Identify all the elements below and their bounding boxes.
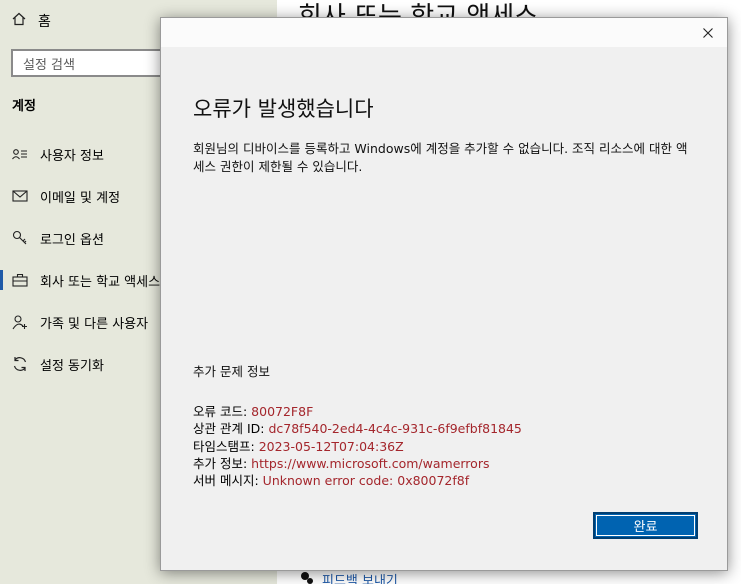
home-nav-item[interactable]: 홈 [12, 10, 51, 32]
person-add-icon [12, 314, 28, 330]
mail-icon [12, 188, 28, 204]
feedback-label: 피드백 보내기 [322, 574, 398, 584]
nav-label-sign-in-options: 로그인 옵션 [40, 232, 104, 248]
active-nav-indicator [0, 270, 3, 290]
detail-value: dc78f540-2ed4-4c4c-931c-6f9efbf81845 [268, 421, 522, 437]
detail-value: 2023-05-12T07:04:36Z [258, 438, 404, 454]
feedback-link[interactable]: 피드백 보내기 [300, 570, 398, 584]
nav-item-work-school-access[interactable]: 회사 또는 학교 액세스 [12, 269, 160, 291]
done-button[interactable]: 완료 [593, 512, 698, 539]
dialog-title: 오류가 발생했습니다 [193, 97, 374, 121]
extra-info-title: 추가 문제 정보 [193, 364, 270, 379]
detail-label: 타임스탬프: [193, 438, 259, 454]
nav-item-sign-in-options[interactable]: 로그인 옵션 [12, 227, 104, 249]
detail-row-more-info: 추가 정보: https://www.microsoft.com/wamerro… [193, 455, 522, 472]
nav-label-user-info: 사용자 정보 [40, 148, 104, 164]
settings-search-input[interactable]: 설정 검색 [11, 49, 181, 77]
detail-row-correlation-id: 상관 관계 ID: dc78f540-2ed4-4c4c-931c-6f9efb… [193, 420, 522, 437]
search-placeholder: 설정 검색 [23, 57, 75, 73]
section-title: 계정 [12, 99, 36, 114]
detail-label: 상관 관계 ID: [193, 421, 269, 437]
detail-value: https://www.microsoft.com/wamerrors [251, 455, 490, 471]
home-icon [12, 12, 26, 30]
error-details: 오류 코드: 80072F8F 상관 관계 ID: dc78f540-2ed4-… [193, 403, 522, 489]
key-icon [12, 230, 28, 246]
user-info-icon [12, 146, 28, 162]
nav-label-family-users: 가족 및 다른 사용자 [40, 316, 149, 332]
dialog-message: 회원님의 디바이스를 등록하고 Windows에 계정을 추가할 수 없습니다.… [193, 141, 688, 174]
nav-item-email-accounts[interactable]: 이메일 및 계정 [12, 185, 120, 207]
detail-value: 80072F8F [251, 404, 314, 419]
detail-value: Unknown error code: 0x80072f8f [262, 473, 470, 489]
nav-item-family-users[interactable]: 가족 및 다른 사용자 [12, 311, 148, 333]
close-button[interactable] [689, 18, 727, 47]
detail-label: 오류 코드: [193, 404, 252, 419]
nav-label-work-school-access: 회사 또는 학교 액세스 [40, 274, 161, 290]
detail-label: 서버 메시지: [193, 473, 263, 489]
detail-row-timestamp: 타임스탬프: 2023-05-12T07:04:36Z [193, 438, 522, 455]
feedback-icon [300, 571, 314, 584]
detail-label: 추가 정보: [193, 455, 252, 471]
detail-row-error-code: 오류 코드: 80072F8F [193, 403, 522, 420]
nav-label-email-accounts: 이메일 및 계정 [40, 190, 121, 206]
dialog-titlebar [161, 18, 727, 47]
error-dialog: 오류가 발생했습니다 회원님의 디바이스를 등록하고 Windows에 계정을 … [160, 17, 728, 571]
briefcase-icon [12, 272, 28, 288]
nav-label-sync-settings: 설정 동기화 [40, 358, 104, 374]
nav-item-user-info[interactable]: 사용자 정보 [12, 143, 104, 165]
close-icon [703, 23, 713, 42]
sync-icon [12, 356, 28, 372]
nav-item-sync-settings[interactable]: 설정 동기화 [12, 353, 104, 375]
home-label: 홈 [38, 14, 51, 30]
detail-row-server-message: 서버 메시지: Unknown error code: 0x80072f8f [193, 472, 522, 489]
